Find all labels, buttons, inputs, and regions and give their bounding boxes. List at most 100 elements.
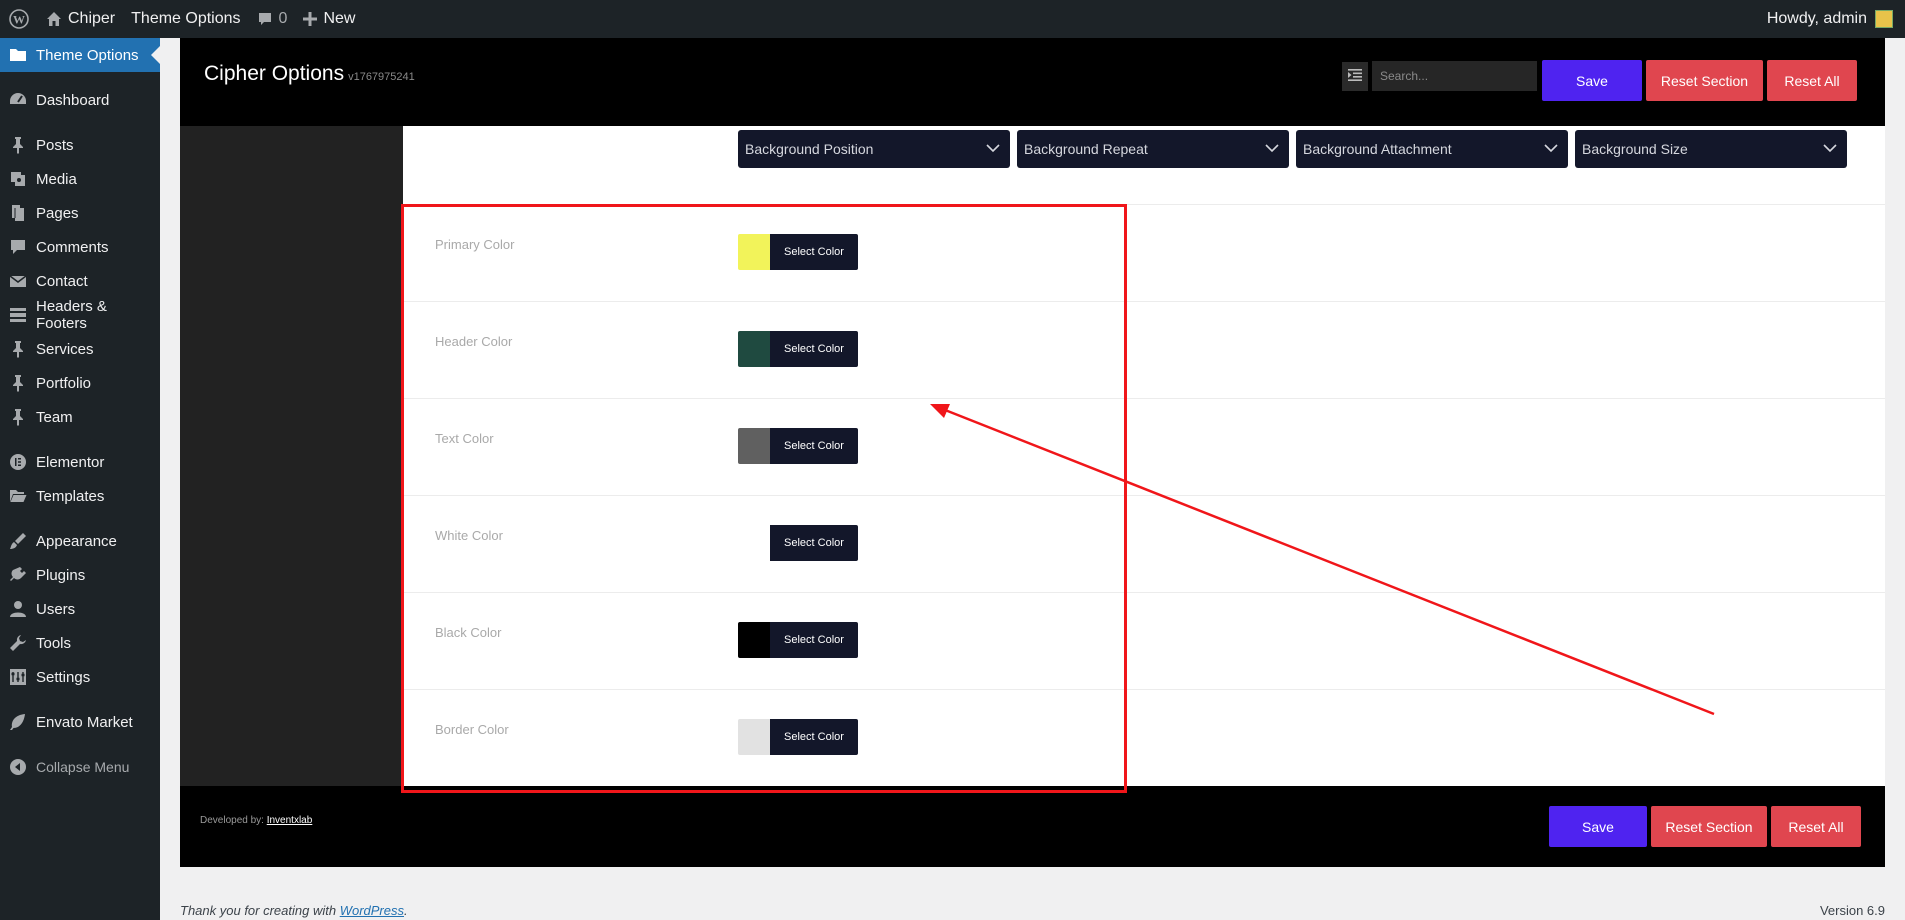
color-swatch[interactable] (738, 234, 770, 270)
header-color-label: Header Color (435, 334, 513, 349)
sidebar-item-portfolio[interactable]: Portfolio (0, 366, 160, 400)
user-account-link[interactable]: Howdy, admin (1767, 10, 1905, 28)
white-color-picker[interactable]: Select Color (738, 525, 858, 561)
color-swatch[interactable] (738, 331, 770, 367)
color-swatch[interactable] (738, 525, 770, 561)
sidebar-item-label: Media (36, 170, 77, 188)
comments-link[interactable]: 0 (249, 0, 296, 38)
sidebar-item-label: Envato Market (36, 713, 133, 731)
sidebar-item-label: Elementor (36, 453, 105, 471)
select-color-button[interactable]: Select Color (770, 331, 858, 367)
sidebar-item-settings[interactable]: Settings (0, 660, 160, 694)
sidebar-item-contact[interactable]: Contact (0, 264, 160, 298)
select-color-button[interactable]: Select Color (770, 622, 858, 658)
settings-icon (9, 668, 27, 686)
pin-icon (9, 340, 27, 358)
comment-icon (9, 238, 27, 256)
sidebar-item-label: Plugins (36, 566, 86, 584)
site-name-link[interactable]: Chiper (38, 0, 123, 38)
sidebar-item-plugins[interactable]: Plugins (0, 558, 160, 592)
border-color-picker[interactable]: Select Color (738, 719, 858, 755)
footer-reset-section-button[interactable]: Reset Section (1651, 806, 1767, 847)
row-divider (403, 689, 1885, 690)
sidebar-item-templates[interactable]: Templates (0, 479, 160, 513)
options-panel-footer: Developed by: Inventxlab Save Reset Sect… (180, 786, 1885, 867)
black-color-label: Black Color (435, 625, 502, 640)
chevron-down-icon (986, 141, 1000, 158)
pages-icon (9, 204, 27, 222)
sidebar-item-headers-footers[interactable]: Headers & Footers (0, 298, 160, 332)
admin-bar: W Chiper Theme Options 0 New Howdy, admi… (0, 0, 1905, 38)
menu-separator (0, 117, 160, 128)
save-button[interactable]: Save (1542, 60, 1642, 101)
wordpress-link[interactable]: WordPress (340, 903, 404, 918)
comments-count: 0 (278, 10, 288, 27)
reset-section-button[interactable]: Reset Section (1646, 60, 1763, 101)
plus-icon (303, 12, 318, 26)
sidebar-item-label: Templates (36, 487, 105, 505)
reset-all-button[interactable]: Reset All (1767, 60, 1857, 101)
search-input[interactable] (1372, 61, 1537, 91)
options-panel-header: Cipher Optionsv1767975241 Save Reset Sec… (180, 38, 1885, 126)
dashboard-icon (9, 91, 27, 109)
select-background-attachment[interactable]: Background Attachment (1296, 130, 1568, 168)
folder-icon (9, 46, 27, 64)
sidebar-item-comments[interactable]: Comments (0, 230, 160, 264)
sidebar-item-label: Tools (36, 634, 72, 652)
sidebar-item-appearance[interactable]: Appearance (0, 524, 160, 558)
color-swatch[interactable] (738, 428, 770, 464)
sidebar-item-media[interactable]: Media (0, 162, 160, 196)
chevron-down-icon (1823, 141, 1837, 158)
footer-reset-all-button[interactable]: Reset All (1771, 806, 1861, 847)
text-color-label: Text Color (435, 431, 494, 446)
expand-options-button[interactable] (1342, 62, 1368, 91)
indent-icon (1348, 68, 1362, 86)
header-color-picker[interactable]: Select Color (738, 331, 858, 367)
sidebar-item-services[interactable]: Services (0, 332, 160, 366)
sidebar-item-label: Pages (36, 204, 79, 222)
options-panel-body: Background Position Background Repeat Back… (180, 126, 1885, 786)
sidebar-item-tools[interactable]: Tools (0, 626, 160, 660)
sidebar-item-elementor[interactable]: Elementor (0, 445, 160, 479)
select-color-button[interactable]: Select Color (770, 525, 858, 561)
site-name: Chiper (68, 10, 116, 27)
sidebar-item-theme-options[interactable]: Theme Options (0, 38, 160, 72)
select-background-position[interactable]: Background Position (738, 130, 1010, 168)
primary-color-picker[interactable]: Select Color (738, 234, 858, 270)
row-divider (403, 301, 1885, 302)
select-color-button[interactable]: Select Color (770, 428, 858, 464)
sidebar-item-users[interactable]: Users (0, 592, 160, 626)
developer-link[interactable]: Inventxlab (267, 815, 313, 826)
sidebar-item-label: Settings (36, 668, 91, 686)
collapse-menu-button[interactable]: Collapse Menu (0, 750, 160, 784)
black-color-picker[interactable]: Select Color (738, 622, 858, 658)
select-background-repeat[interactable]: Background Repeat (1017, 130, 1289, 168)
footer-save-button[interactable]: Save (1549, 806, 1647, 847)
admin-sidebar: Theme Options Dashboard Posts Media Pages Com… (0, 38, 160, 920)
select-color-button[interactable]: Select Color (770, 234, 858, 270)
text-color-picker[interactable]: Select Color (738, 428, 858, 464)
user-icon (9, 600, 27, 618)
sidebar-item-envato-market[interactable]: Envato Market (0, 705, 160, 739)
sidebar-item-team[interactable]: Team (0, 400, 160, 434)
sidebar-item-dashboard[interactable]: Dashboard (0, 83, 160, 117)
new-content-link[interactable]: New (295, 0, 363, 38)
sidebar-item-pages[interactable]: Pages (0, 196, 160, 230)
menu-separator (0, 694, 160, 705)
layout-icon (9, 306, 27, 324)
row-divider (403, 592, 1885, 593)
wrench-icon (9, 634, 27, 652)
sidebar-item-label: Contact (36, 272, 88, 290)
color-swatch[interactable] (738, 622, 770, 658)
select-background-size[interactable]: Background Size (1575, 130, 1847, 168)
media-icon (9, 170, 27, 188)
wordpress-logo-icon[interactable]: W (0, 0, 38, 38)
sidebar-item-label: Dashboard (36, 91, 110, 109)
row-divider (403, 204, 1885, 205)
sidebar-item-label: Users (36, 600, 76, 618)
sidebar-item-posts[interactable]: Posts (0, 128, 160, 162)
color-swatch[interactable] (738, 719, 770, 755)
theme-options-link[interactable]: Theme Options (123, 0, 248, 38)
select-color-button[interactable]: Select Color (770, 719, 858, 755)
footer-version: Version 6.9 (1819, 903, 1885, 918)
